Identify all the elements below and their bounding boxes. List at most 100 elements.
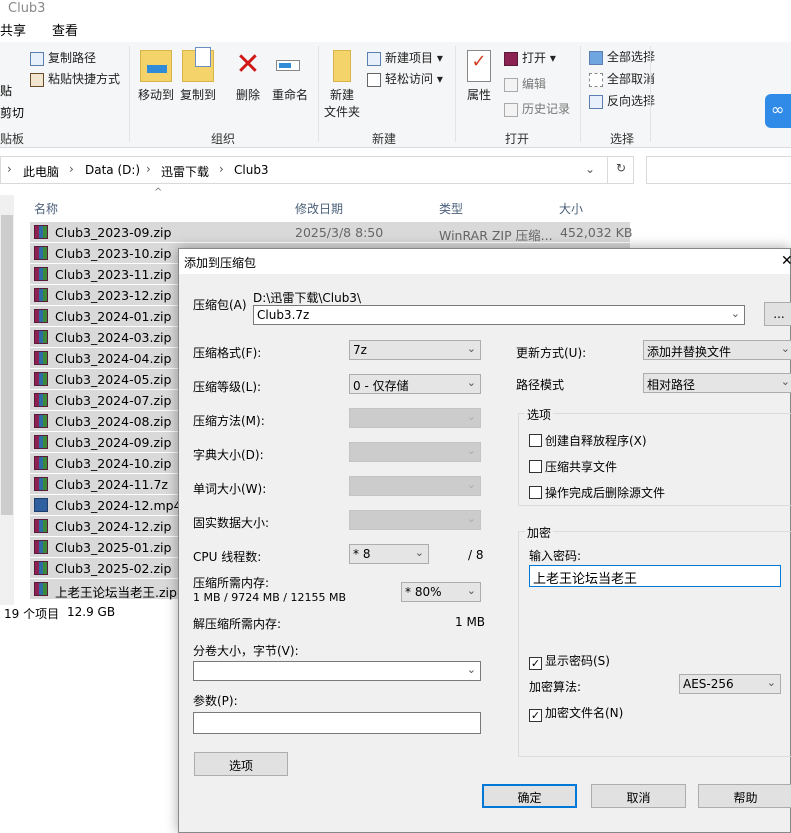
search-box[interactable] [646, 156, 791, 184]
threads-max: / 8 [468, 548, 484, 562]
file-name: 上老王论坛当老王.zip [55, 585, 177, 600]
breadcrumb-item[interactable]: 迅雷下载 [161, 163, 209, 180]
invert-selection-button[interactable]: 反向选择 [589, 92, 655, 109]
shared-files-checkbox[interactable]: 压缩共享文件 [529, 458, 617, 475]
password-input[interactable]: 上老王论坛当老王 [529, 565, 781, 587]
update-mode-label: 更新方式(U): [516, 346, 587, 360]
delete-button[interactable]: ✕ 删除 [232, 50, 264, 103]
options-group-title: 选项 [525, 406, 554, 423]
checkbox-icon [529, 434, 542, 447]
help-button[interactable]: 帮助 [698, 784, 791, 808]
folder-icon [333, 50, 351, 82]
file-name: Club3_2024-10.zip [55, 456, 172, 471]
threads-combo[interactable]: * 8 ⌄ [349, 544, 429, 564]
app-icon[interactable]: ∞ [765, 94, 791, 128]
column-date[interactable]: 修改日期 [295, 200, 343, 217]
dialog-title: 添加到压缩包 [184, 256, 257, 270]
history-button[interactable]: 历史记录 [504, 100, 570, 117]
cut-button[interactable]: 剪切 [0, 104, 24, 121]
encryption-method-combo[interactable]: AES-256 ⌄ [679, 674, 781, 694]
ok-button[interactable]: 确定 [482, 784, 577, 808]
volume-combo[interactable]: ⌄ [193, 661, 481, 681]
paste-shortcut-icon [30, 72, 44, 87]
tab-share[interactable]: 共享 [0, 20, 26, 39]
cancel-button[interactable]: 取消 [591, 784, 686, 808]
threads-label: CPU 线程数: [193, 550, 262, 564]
breadcrumb-item[interactable]: 此电脑 [23, 163, 59, 180]
update-mode-combo[interactable]: 添加并替换文件 ⌄ [643, 340, 791, 360]
breadcrumb-item[interactable]: Club3 [234, 163, 269, 177]
invert-selection-icon [589, 94, 603, 109]
chevron-down-icon: ⌄ [466, 663, 476, 676]
chevron-right-icon: › [219, 162, 224, 176]
password-label: 输入密码: [529, 549, 582, 563]
encrypt-names-checkbox[interactable]: ✓ 加密文件名(N) [529, 704, 623, 722]
archive-name-combo[interactable]: Club3.7z ⌄ [253, 305, 745, 325]
group-new-label: 新建 [372, 132, 397, 146]
level-combo[interactable]: 0 - 仅存储 ⌄ [349, 374, 481, 394]
new-folder-button[interactable]: 新建 文件夹 [322, 50, 362, 120]
first-row-size: 452,032 KB [560, 225, 633, 240]
method-combo[interactable]: ⌄ [349, 408, 481, 428]
file-name: Club3_2024-04.zip [55, 351, 172, 366]
breadcrumb-item[interactable]: Data (D:) [85, 163, 140, 177]
group-open-label: 打开 [505, 132, 530, 146]
params-input[interactable] [193, 712, 481, 734]
rename-button[interactable]: 重命名 [270, 50, 310, 103]
checkbox-checked-icon: ✓ [529, 657, 542, 670]
path-mode-combo[interactable]: 相对路径 ⌄ [643, 373, 791, 393]
level-label: 压缩等级(L): [193, 380, 262, 394]
archive-file-icon [34, 351, 48, 365]
sort-up-icon: ^ [154, 187, 163, 198]
chevron-down-icon: ⌄ [414, 546, 424, 559]
edit-button[interactable]: 编辑 [504, 75, 546, 92]
word-combo[interactable]: ⌄ [349, 476, 481, 496]
select-all-button[interactable]: 全部选择 [589, 48, 655, 65]
open-button[interactable]: 打开 ▾ [504, 49, 556, 66]
new-item-button[interactable]: 新建项目 ▾ [367, 49, 443, 66]
encryption-group-title: 加密 [525, 524, 554, 541]
dropdown-chevron-icon[interactable]: ⌄ [585, 162, 595, 176]
move-to-button[interactable]: 移动到 [136, 50, 176, 103]
easy-access-button[interactable]: 轻松访问 ▾ [367, 70, 443, 87]
copy-path-button[interactable]: 复制路径 [30, 49, 96, 66]
show-password-checkbox[interactable]: ✓ 显示密码(S) [529, 652, 610, 670]
scrollbar[interactable] [0, 195, 14, 605]
sfx-checkbox[interactable]: 创建自释放程序(X) [529, 432, 647, 449]
column-name[interactable]: 名称 [34, 200, 58, 217]
word-label: 单词大小(W): [193, 482, 267, 496]
chevron-down-icon: ⌄ [466, 410, 476, 423]
solid-combo[interactable]: ⌄ [349, 510, 481, 530]
close-icon[interactable]: ✕ [781, 253, 791, 269]
memory-value: 1 MB / 9724 MB / 12155 MB [193, 591, 346, 604]
copy-to-button[interactable]: 复制到 [178, 47, 218, 103]
refresh-icon[interactable]: ↻ [607, 157, 634, 183]
format-combo[interactable]: 7z ⌄ [349, 340, 481, 360]
column-size[interactable]: 大小 [559, 200, 583, 217]
address-bar[interactable]: › 此电脑 › Data (D:) › 迅雷下载 › Club3 ⌄ ↻ [0, 156, 634, 184]
file-name: Club3_2025-02.zip [55, 561, 172, 576]
select-none-icon [589, 72, 603, 87]
archive-file-icon [34, 225, 48, 239]
delete-after-checkbox[interactable]: 操作完成后删除源文件 [529, 484, 665, 501]
memory-percent-combo[interactable]: * 80% ⌄ [401, 582, 481, 602]
archive-label: 压缩包(A) [193, 298, 247, 312]
chevron-down-icon: ⌄ [780, 375, 790, 388]
divider [650, 46, 651, 142]
column-type[interactable]: 类型 [439, 200, 463, 217]
select-none-button[interactable]: 全部取消 [589, 70, 655, 87]
file-name: Club3_2024-07.zip [55, 393, 172, 408]
properties-button[interactable]: ✓ 属性 [462, 50, 496, 103]
status-size: 12.9 GB [67, 605, 116, 619]
browse-button[interactable]: ... [764, 302, 791, 326]
checkbox-checked-icon: ✓ [529, 709, 542, 722]
tab-view[interactable]: 查看 [52, 20, 78, 39]
paste-button[interactable]: 贴 [0, 82, 12, 99]
encryption-method-label: 加密算法: [529, 680, 582, 694]
copy-path-icon [30, 51, 44, 66]
archive-file-icon [34, 246, 48, 260]
dict-combo[interactable]: ⌄ [349, 442, 481, 462]
paste-shortcut-button[interactable]: 粘贴快捷方式 [30, 70, 120, 87]
options-button[interactable]: 选项 [194, 752, 288, 776]
chevron-down-icon: ⌄ [466, 376, 476, 389]
